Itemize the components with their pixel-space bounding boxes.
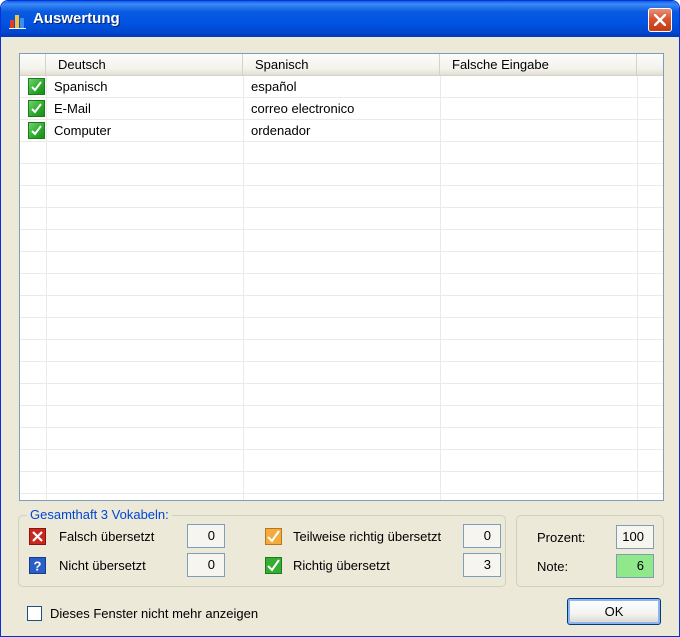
table-row[interactable]: E-Mail correo electronico xyxy=(20,98,663,120)
nicht-label: Nicht übersetzt xyxy=(59,558,146,573)
empty-row xyxy=(20,164,663,186)
richtig-label: Richtig übersetzt xyxy=(293,558,390,573)
table-header: Deutsch Spanisch Falsche Eingabe xyxy=(20,54,663,76)
empty-row xyxy=(20,450,663,472)
nicht-count: 0 xyxy=(187,553,225,577)
falsch-label: Falsch übersetzt xyxy=(59,529,155,544)
table-row[interactable]: Computer ordenador xyxy=(20,120,663,142)
empty-row xyxy=(20,428,663,450)
summary-group: Gesamthaft 3 Vokabeln: Falsch übersetzt … xyxy=(18,507,506,587)
empty-row xyxy=(20,208,663,230)
dont-show-checkbox[interactable] xyxy=(27,606,42,621)
empty-row xyxy=(20,406,663,428)
teilweise-count: 0 xyxy=(463,524,501,548)
prozent-label: Prozent: xyxy=(537,530,586,545)
cell-falsche-eingabe xyxy=(442,98,448,119)
score-group: Prozent: 100 Note: 6 xyxy=(516,515,664,587)
question-icon: ? xyxy=(29,557,46,574)
header-spanisch[interactable]: Spanisch xyxy=(243,54,440,76)
header-falsche-eingabe[interactable]: Falsche Eingabe xyxy=(440,54,637,76)
empty-row xyxy=(20,186,663,208)
falsch-count: 0 xyxy=(187,524,225,548)
cell-deutsch: Spanisch xyxy=(54,79,108,94)
empty-row xyxy=(20,318,663,340)
chart-icon xyxy=(9,15,26,29)
empty-row xyxy=(20,384,663,406)
header-status-column[interactable] xyxy=(20,54,46,76)
dont-show-label[interactable]: Dieses Fenster nicht mehr anzeigen xyxy=(50,606,258,621)
empty-row xyxy=(20,142,663,164)
empty-row xyxy=(20,274,663,296)
empty-row xyxy=(20,472,663,494)
table-row[interactable]: Spanisch español xyxy=(20,76,663,98)
close-button[interactable] xyxy=(648,8,672,32)
wrong-x-icon xyxy=(29,528,46,545)
empty-row xyxy=(20,230,663,252)
cell-spanisch: ordenador xyxy=(251,123,311,138)
teilweise-label: Teilweise richtig übersetzt xyxy=(293,529,442,544)
partial-check-icon xyxy=(265,528,282,545)
close-icon xyxy=(654,14,666,26)
summary-legend: Gesamthaft 3 Vokabeln: xyxy=(27,507,172,522)
window-title: Auswertung xyxy=(33,10,120,27)
cell-falsche-eingabe xyxy=(442,76,448,97)
richtig-count: 3 xyxy=(463,553,501,577)
cell-falsche-eingabe xyxy=(442,120,448,141)
empty-row xyxy=(20,296,663,318)
header-deutsch[interactable]: Deutsch xyxy=(46,54,243,76)
vocabulary-table[interactable]: Deutsch Spanisch Falsche Eingabe Spanisc… xyxy=(19,53,664,501)
cell-deutsch: Computer xyxy=(54,123,112,138)
note-value: 6 xyxy=(616,554,654,578)
empty-row xyxy=(20,362,663,384)
title-bar[interactable]: Auswertung xyxy=(1,1,679,37)
check-icon xyxy=(28,122,45,139)
svg-text:?: ? xyxy=(34,559,42,574)
prozent-value: 100 xyxy=(616,525,654,549)
check-icon xyxy=(265,557,282,574)
empty-row xyxy=(20,340,663,362)
cell-deutsch: E-Mail xyxy=(54,101,91,116)
check-icon xyxy=(28,78,45,95)
note-label: Note: xyxy=(537,559,569,574)
cell-spanisch: correo electronico xyxy=(251,101,355,116)
dialog-body: Deutsch Spanisch Falsche Eingabe Spanisc… xyxy=(4,37,676,635)
check-icon xyxy=(28,100,45,117)
ok-button[interactable]: OK xyxy=(567,598,661,625)
auswertung-window: Auswertung Deutsch Spanisch Falsche Eing… xyxy=(0,0,680,637)
cell-spanisch: español xyxy=(251,79,297,94)
empty-row xyxy=(20,252,663,274)
